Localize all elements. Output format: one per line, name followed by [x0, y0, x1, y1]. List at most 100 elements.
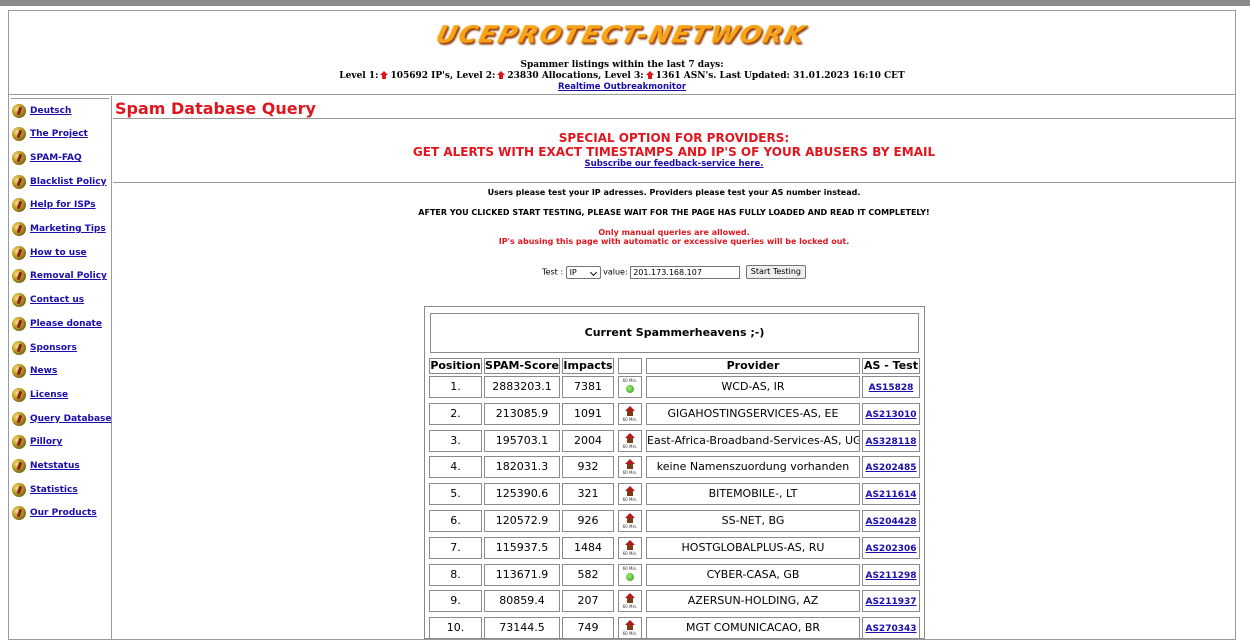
table-cell-score: 2883203.1 — [484, 376, 560, 398]
sidebar-item-label[interactable]: SPAM-FAQ — [30, 153, 82, 163]
sidebar-item-label[interactable]: Please donate — [30, 319, 102, 329]
sidebar-item-our-products[interactable]: Our Products — [12, 505, 97, 522]
realtime-outbreakmonitor-link[interactable]: Realtime Outbreakmonitor — [558, 82, 686, 92]
globe-bullet-icon — [12, 174, 26, 189]
sidebar-item-sponsors[interactable]: Sponsors — [12, 339, 77, 356]
table-cell-provider: East-Africa-Broadband-Services-AS, UG — [646, 429, 860, 452]
sidebar-item-marketing-tips[interactable]: Marketing Tips — [12, 221, 106, 238]
sidebar-item-removal-policy[interactable]: Removal Policy — [12, 268, 107, 285]
sidebar-nav: Deutsch The Project SPAM-FAQ Blacklist Poli… — [9, 96, 112, 639]
sidebar-item-license[interactable]: License — [12, 386, 68, 403]
sidebar-item-label[interactable]: Contact us — [30, 295, 84, 305]
as-test-link[interactable]: AS328118 — [865, 437, 916, 447]
table-cell-as: AS204428 — [862, 510, 920, 532]
globe-bullet-icon — [12, 316, 26, 331]
divider — [113, 182, 1235, 183]
icon-caption: 60 Min. — [622, 470, 638, 476]
icon-caption: 60 Min. — [622, 497, 638, 503]
globe-bullet-icon — [12, 198, 26, 213]
table-cell-icon: 60 Min. — [618, 563, 642, 586]
start-testing-button[interactable]: Start Testing — [745, 265, 806, 279]
sidebar-item-help-for-isps[interactable]: Help for ISPs — [12, 197, 96, 214]
sidebar-item-label[interactable]: Removal Policy — [30, 271, 107, 281]
table-cell-impacts: 7381 — [562, 376, 614, 398]
as-test-link[interactable]: AS211298 — [865, 571, 916, 581]
test-type-select[interactable]: IP — [565, 265, 601, 279]
icon-caption: 60 Min. — [622, 416, 638, 422]
green-status-dot — [626, 572, 634, 581]
as-test-link[interactable]: AS213010 — [865, 410, 916, 420]
sidebar-item-statistics[interactable]: Statistics — [12, 481, 78, 498]
globe-bullet-icon — [12, 506, 26, 521]
level3-text: 1361 ASN's. Last Updated: 31.01.2023 16:… — [655, 71, 905, 81]
table-cell-provider: keine Namenszuordung vorhanden — [646, 456, 860, 479]
sidebar-item-label[interactable]: Query Database — [30, 414, 112, 424]
house-icon: 60 Min. — [621, 592, 639, 610]
sidebar-item-label[interactable]: Pillory — [30, 437, 62, 447]
spam-score-header: SPAM-Score — [484, 358, 560, 374]
as-test-link[interactable]: AS15828 — [869, 383, 914, 393]
table-cell-pos: 8. — [429, 563, 482, 586]
table-cell-pos: 4. — [429, 456, 482, 479]
table-caption: Current Spammerheavens ;-) — [430, 313, 919, 353]
sidebar-item-label[interactable]: The Project — [30, 129, 88, 139]
as-test-link[interactable]: AS202306 — [865, 544, 916, 554]
sidebar-item-label[interactable]: Statistics — [30, 485, 78, 495]
house-shape — [625, 486, 635, 497]
house-shape — [625, 432, 635, 444]
sidebar-item-query-database[interactable]: Query Database — [12, 410, 112, 427]
sidebar-item-spam-faq[interactable]: SPAM-FAQ — [12, 149, 82, 166]
as-test-link[interactable]: AS211614 — [865, 490, 916, 500]
sidebar-item-label[interactable]: Sponsors — [30, 343, 77, 353]
table-cell-icon: 60 Min. — [618, 590, 642, 613]
sidebar-item-contact-us[interactable]: Contact us — [12, 292, 84, 309]
status-header — [618, 358, 642, 374]
as-test-link[interactable]: AS270343 — [865, 624, 916, 634]
table-cell-icon: 60 Min. — [618, 617, 642, 640]
sidebar-item-label[interactable]: How to use — [30, 248, 87, 258]
table-cell-icon: 60 Min. — [618, 456, 642, 479]
sidebar-item-label[interactable]: Netstatus — [30, 461, 80, 471]
provider-header: Provider — [646, 358, 860, 374]
sidebar-item-how-to-use[interactable]: How to use — [12, 244, 87, 261]
as-test-link[interactable]: AS204428 — [865, 517, 916, 527]
table-cell-as: AS211298 — [862, 563, 920, 586]
site-logo[interactable]: UCEPROTECT-NETWORK — [434, 21, 810, 49]
sidebar-item-blacklist-policy[interactable]: Blacklist Policy — [12, 173, 106, 190]
sidebar-item-label[interactable]: News — [30, 366, 57, 376]
sidebar-item-deutsch[interactable]: Deutsch — [12, 102, 71, 119]
position-header: Position — [429, 358, 482, 374]
sidebar-item-pillory[interactable]: Pillory — [12, 434, 62, 451]
as-test-link[interactable]: AS202485 — [865, 463, 916, 473]
house-shape — [625, 620, 635, 631]
globe-bullet-icon — [12, 150, 26, 165]
icon-caption: 60 Min. — [622, 378, 638, 383]
green-status-dot — [626, 385, 634, 393]
lockout-warning: IP's abusing this page with automatic or… — [498, 237, 850, 246]
sidebar-item-label[interactable]: Marketing Tips — [30, 224, 106, 234]
table-cell-provider: CYBER-CASA, GB — [646, 563, 860, 586]
table-cell-provider: MGT COMUNICACAO, BR — [646, 617, 860, 640]
value-input[interactable]: 201.173.168.107 — [630, 265, 741, 279]
feedback-service-link[interactable]: Subscribe our feedback-service here. — [113, 159, 1235, 170]
sidebar-item-label[interactable]: Our Products — [30, 508, 97, 518]
as-test-link[interactable]: AS211937 — [865, 597, 916, 607]
sidebar-item-label[interactable]: Deutsch — [30, 106, 71, 116]
browser-top-bar — [0, 0, 1250, 6]
sidebar-item-news[interactable]: News — [12, 363, 57, 380]
sidebar-item-netstatus[interactable]: Netstatus — [12, 458, 80, 475]
sidebar-item-please-donate[interactable]: Please donate — [12, 315, 102, 332]
table-cell-as: AS270343 — [862, 617, 920, 640]
query-form: Test : IP value: 201.173.168.107 Start T… — [113, 265, 1235, 279]
sidebar-item-label[interactable]: Blacklist Policy — [30, 177, 106, 187]
house-icon: 60 Min. — [621, 458, 639, 476]
table-cell-impacts: 749 — [562, 617, 614, 640]
sidebar-item-label[interactable]: License — [30, 390, 68, 400]
sidebar-item-the-project[interactable]: The Project — [12, 126, 88, 143]
value-label: value: — [603, 267, 628, 277]
page-header: UCEPROTECT-NETWORK Spammer listings with… — [9, 11, 1235, 95]
up-arrow-icon — [380, 71, 389, 79]
globe-bullet-icon — [12, 411, 26, 426]
table-cell-provider: SS-NET, BG — [646, 510, 860, 532]
sidebar-item-label[interactable]: Help for ISPs — [30, 200, 96, 210]
